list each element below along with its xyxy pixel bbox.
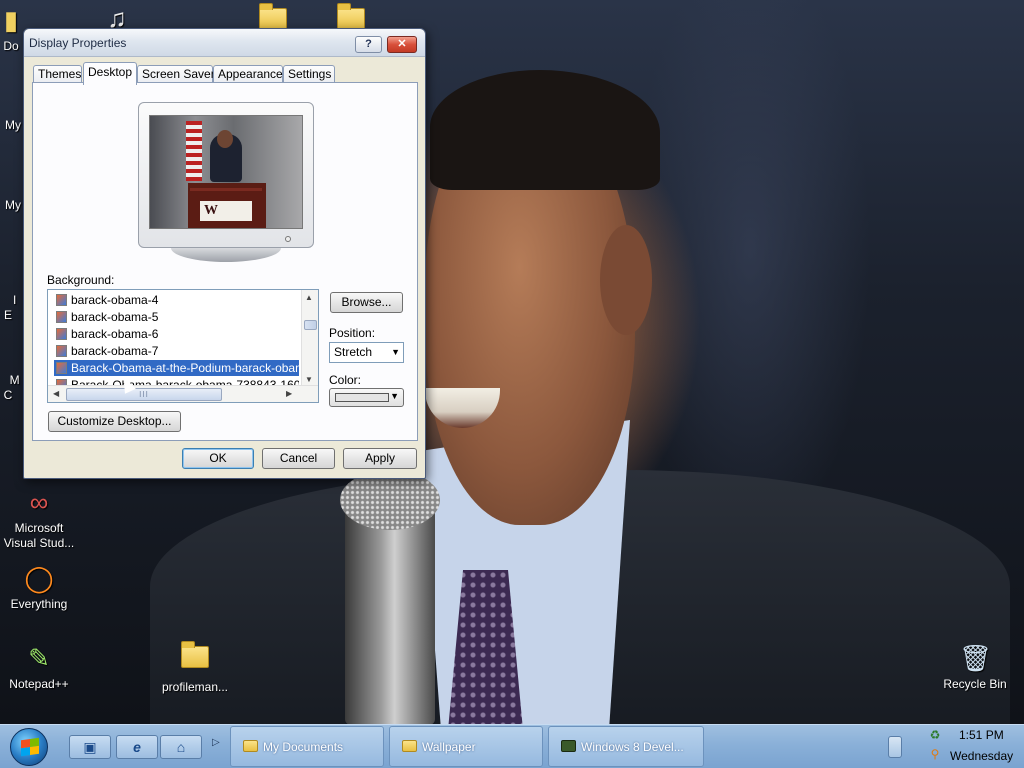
image-file-icon	[56, 328, 67, 340]
windows-logo-icon	[21, 737, 39, 757]
window-title: Display Properties	[29, 36, 127, 50]
scroll-up-arrow-icon[interactable]: ▲	[305, 293, 313, 302]
computer-icon-label: My	[5, 118, 21, 132]
customize-desktop-button[interactable]: Customize Desktop...	[48, 411, 181, 432]
desktop-icon-recycle-bin[interactable]: 🗑 Recycle Bin	[936, 642, 1014, 692]
preview-flag	[186, 121, 202, 181]
list-item-selected[interactable]: Barack-Obama-at-the-Podium-barack-obama-…	[54, 360, 299, 376]
scroll-left-arrow-icon[interactable]: ◀	[53, 389, 59, 398]
wallpaper-microphone-head	[340, 470, 440, 530]
network-tray-icon[interactable]: ♻	[928, 728, 942, 742]
list-item[interactable]: barack-obama-4	[54, 292, 299, 308]
folder-icon	[337, 3, 365, 30]
list-item[interactable]: barack-obama-6	[54, 326, 299, 342]
horizontal-scroll-thumb[interactable]: III	[66, 388, 222, 401]
wallpaper-hair	[430, 70, 660, 190]
help-button[interactable]: ?	[355, 36, 382, 53]
image-file-icon	[56, 362, 67, 374]
color-swatch	[335, 393, 389, 402]
cancel-button[interactable]: Cancel	[262, 448, 335, 469]
desktop-icon-everything[interactable]: ◯ Everything	[0, 562, 78, 612]
network-icon-label: My	[5, 198, 21, 212]
list-item[interactable]: barack-obama-7	[54, 343, 299, 359]
chevron-down-icon: ▼	[391, 347, 400, 357]
app-icon	[561, 740, 576, 752]
quick-launch-chevron-icon[interactable]: ▷	[212, 737, 220, 748]
quick-launch-desktop[interactable]: ▣	[69, 735, 111, 759]
desktop-icon-profileman[interactable]: profileman...	[156, 641, 234, 695]
folder-icon	[259, 3, 287, 30]
internet-explorer-icon-label: I E	[3, 293, 17, 322]
scroll-right-arrow-icon[interactable]: ▶	[286, 389, 292, 398]
close-button[interactable]: ✕	[387, 36, 417, 53]
recycle-bin-icon: 🗑	[959, 643, 993, 673]
tray-expand-button[interactable]	[888, 736, 902, 758]
ok-button[interactable]: OK	[182, 448, 254, 469]
quick-launch-app[interactable]: ⌂	[160, 735, 202, 759]
display-properties-window: Display Properties ? ✕ Themes Desktop Sc…	[23, 28, 426, 479]
notepad-plus-plus-icon: ✎	[28, 643, 50, 673]
profileman-label: profileman...	[161, 680, 229, 694]
position-select[interactable]: Stretch ▼	[329, 342, 404, 363]
desktop-icon-notepad-plus-plus[interactable]: ✎ Notepad++	[0, 642, 78, 692]
list-item[interactable]: barack-obama-5	[54, 309, 299, 325]
desktop-folder-1[interactable]	[234, 3, 312, 30]
start-button[interactable]	[10, 728, 48, 766]
preview-podium: W	[190, 188, 262, 228]
internet-explorer-icon: e	[133, 739, 141, 755]
media-icon-label: M C	[3, 373, 20, 402]
everything-search-icon: ◯	[24, 563, 54, 593]
taskbar-button-wallpaper[interactable]: Wallpaper	[389, 726, 543, 767]
visual-studio-label: Microsoft Visual Stud...	[3, 521, 75, 550]
preview-head	[217, 130, 233, 148]
browse-button[interactable]: Browse...	[330, 292, 403, 313]
color-picker-button[interactable]: ▼	[329, 388, 404, 407]
horizontal-scrollbar[interactable]: ◀ III ▶	[48, 385, 318, 402]
desktop-tab-panel: W Background: barack-obama-4 barack-obam…	[32, 82, 418, 441]
chevron-down-icon: ▼	[390, 391, 399, 401]
background-list[interactable]: barack-obama-4 barack-obama-5 barack-oba…	[47, 289, 319, 403]
scroll-down-arrow-icon[interactable]: ▼	[305, 375, 313, 384]
folder-icon	[181, 641, 209, 668]
background-label: Background:	[47, 273, 115, 287]
vertical-scroll-thumb[interactable]	[304, 320, 317, 330]
visual-studio-icon: ∞	[29, 487, 49, 517]
taskbar-button-windows-8-devel[interactable]: Windows 8 Devel...	[548, 726, 704, 767]
monitor-stand	[171, 248, 281, 262]
position-label: Position:	[329, 326, 376, 340]
folder-icon	[402, 740, 417, 752]
show-desktop-icon: ▣	[83, 739, 97, 755]
notepad-plus-plus-label: Notepad++	[9, 677, 69, 691]
taskbar: ▣ e ⌂ ▷ My Documents Wallpaper Windows 8…	[0, 724, 1024, 768]
app-launcher-icon: ⌂	[176, 739, 186, 755]
wallpaper-ear	[600, 225, 652, 335]
search-tray-icon[interactable]: ⚲	[928, 747, 942, 761]
clock-day[interactable]: Wednesday	[950, 749, 1013, 763]
wallpaper-preview: W	[149, 115, 303, 229]
vertical-scrollbar[interactable]: ▲ ▼	[301, 290, 318, 386]
monitor-power-led	[285, 236, 291, 242]
recycle-bin-label: Recycle Bin	[943, 677, 1007, 691]
everything-label: Everything	[10, 597, 68, 611]
quick-launch-internet-explorer[interactable]: e	[116, 735, 158, 759]
folder-icon	[243, 740, 258, 752]
color-label: Color:	[329, 373, 362, 387]
podium-logo: W	[200, 201, 252, 221]
image-file-icon	[56, 294, 67, 306]
taskbar-button-my-documents[interactable]: My Documents	[230, 726, 384, 767]
title-bar[interactable]: Display Properties ? ✕	[24, 29, 425, 57]
image-file-icon	[56, 311, 67, 323]
monitor-preview: W	[138, 102, 314, 248]
desktop-folder-2[interactable]	[312, 3, 390, 30]
clock-time[interactable]: 1:51 PM	[959, 728, 1004, 742]
image-file-icon	[56, 345, 67, 357]
desktop-icon-visual-studio[interactable]: ∞ Microsoft Visual Stud...	[0, 486, 78, 551]
tab-desktop[interactable]: Desktop	[83, 62, 137, 85]
position-value: Stretch	[334, 345, 373, 359]
apply-button[interactable]: Apply	[343, 448, 417, 469]
